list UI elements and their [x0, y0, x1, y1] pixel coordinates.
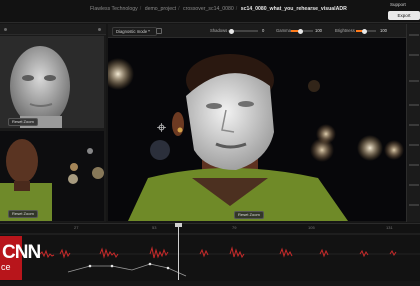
right-panel-row[interactable]: [409, 184, 419, 186]
timeline-ruler[interactable]: 27 53 79 105 131: [0, 223, 420, 233]
reset-zoom-button-top[interactable]: Reset Zoom: [8, 118, 38, 126]
gamma-slider-knob[interactable]: [298, 28, 303, 34]
right-panel: [406, 24, 420, 222]
panel-menu-icon[interactable]: [4, 27, 7, 31]
shadows-value[interactable]: 0: [262, 28, 264, 33]
breadcrumb-project[interactable]: demo_project: [145, 6, 176, 12]
panel-options-icon[interactable]: [98, 27, 101, 31]
export-button[interactable]: Export: [388, 11, 420, 20]
source-thumbnail[interactable]: Reset Zoom: [0, 131, 104, 221]
render-face-image: [0, 36, 104, 128]
logo-text-secondary: ce: [1, 262, 11, 272]
gamma-value[interactable]: 100: [315, 28, 322, 33]
right-panel-row[interactable]: [409, 164, 419, 166]
diagnostic-mode-select[interactable]: Diagnostic mode: [112, 27, 157, 36]
breadcrumb-org[interactable]: Flawless Technology: [90, 6, 138, 12]
source-frame-image: [0, 131, 104, 221]
frame-tick: 79: [232, 225, 237, 230]
brightness-slider-knob[interactable]: [362, 28, 367, 34]
frame-tick: 131: [386, 225, 393, 230]
main-frame-image: [108, 38, 406, 221]
cnn-logo: CNN ce: [0, 236, 41, 280]
reset-zoom-button-bottom[interactable]: Reset Zoom: [8, 210, 38, 218]
gamma-label: Gamma: [276, 28, 291, 33]
support-button[interactable]: Support: [390, 2, 420, 10]
reset-zoom-button-main[interactable]: Reset Zoom: [234, 211, 264, 219]
main-viewer[interactable]: Reset Zoom: [108, 38, 406, 221]
right-panel-row[interactable]: [409, 80, 419, 82]
frame-tick: 105: [308, 225, 315, 230]
playhead-handle[interactable]: [175, 223, 182, 227]
breadcrumb-sequence[interactable]: crossover_sc14_0080: [183, 6, 234, 12]
right-panel-row[interactable]: [409, 104, 419, 106]
view-toggle-icon[interactable]: [156, 28, 162, 34]
breadcrumb-current-shot: sc14_0080_what_you_rehearse_visualADR: [240, 6, 347, 12]
frame-tick: 53: [152, 225, 157, 230]
brightness-label: Brightness: [335, 28, 355, 33]
brightness-value[interactable]: 100: [380, 28, 387, 33]
left-panel-header: [0, 24, 106, 35]
shadows-label: Shadows: [210, 28, 228, 33]
reference-thumbnail[interactable]: Reset Zoom: [0, 36, 104, 128]
breadcrumb: Flawless Technology / demo_project / cross…: [90, 6, 347, 12]
right-panel-row[interactable]: [409, 34, 419, 36]
right-panel-row[interactable]: [409, 144, 419, 146]
shadows-slider-knob[interactable]: [229, 28, 234, 34]
right-panel-row[interactable]: [409, 54, 419, 56]
zoom-target-crosshair-icon[interactable]: [157, 119, 166, 132]
logo-text-primary: CNN: [2, 242, 41, 263]
right-panel-row[interactable]: [409, 124, 419, 126]
frame-tick: 27: [74, 225, 79, 230]
right-panel-row[interactable]: [409, 204, 419, 206]
chevron-down-icon: ▾: [148, 28, 151, 33]
playhead[interactable]: [178, 223, 179, 280]
